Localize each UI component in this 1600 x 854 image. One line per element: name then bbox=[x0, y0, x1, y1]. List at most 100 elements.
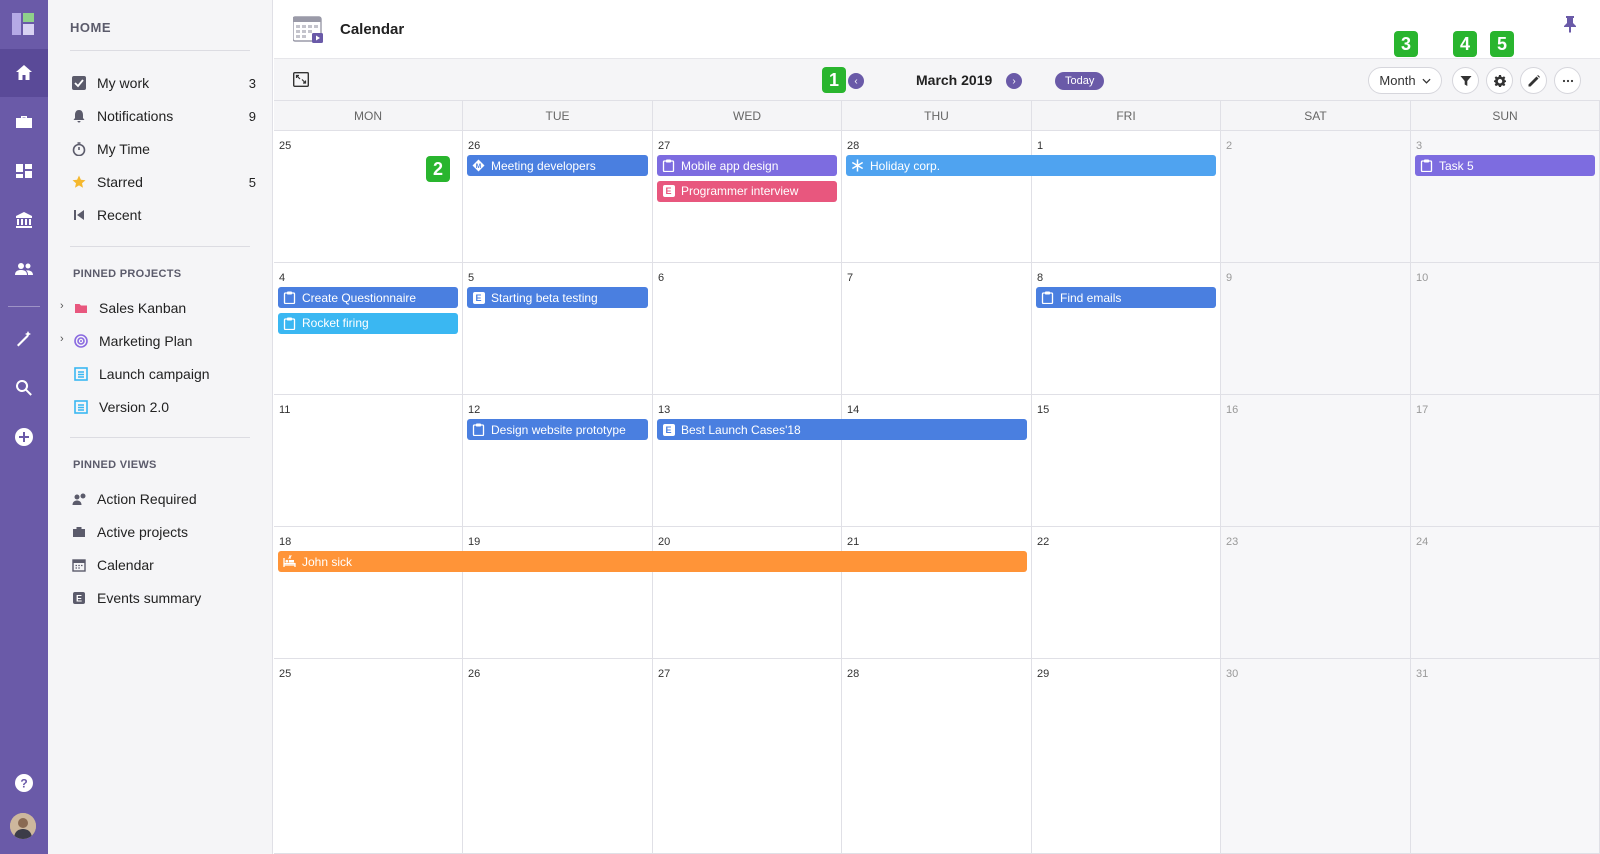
event-title: Mobile app design bbox=[681, 158, 779, 173]
pinned-project-marketing-plan[interactable]: Marketing Plan bbox=[72, 327, 258, 355]
rail-team[interactable] bbox=[0, 245, 48, 293]
page-title: Calendar bbox=[340, 21, 405, 38]
day-cell[interactable]: 8 bbox=[1032, 263, 1221, 395]
sidebar-item-starred[interactable]: Starred 5 bbox=[70, 168, 256, 196]
prev-month-button[interactable]: ‹ bbox=[848, 73, 864, 89]
rail-help[interactable]: ? bbox=[0, 759, 48, 807]
day-cell[interactable]: 30 bbox=[1221, 659, 1411, 854]
day-cell[interactable]: 29 bbox=[1032, 659, 1221, 854]
sidebar-item-recent[interactable]: Recent bbox=[70, 201, 256, 229]
fullscreen-icon[interactable] bbox=[293, 72, 309, 87]
day-cell[interactable]: 2 bbox=[1221, 131, 1411, 263]
event-letter-icon: E bbox=[662, 185, 675, 198]
sidebar-item-notifications[interactable]: Notifications 9 bbox=[70, 102, 256, 130]
sidebar-divider bbox=[70, 437, 250, 438]
edit-button[interactable] bbox=[1520, 67, 1547, 94]
sidebar-item-label: My work bbox=[97, 75, 150, 91]
day-cell[interactable]: 28 bbox=[842, 131, 1032, 263]
calendar-event[interactable]: E Best Launch Cases'18 bbox=[657, 419, 1027, 440]
more-button[interactable] bbox=[1554, 67, 1581, 94]
calendar-event[interactable]: Create Questionnaire bbox=[278, 287, 458, 308]
pinned-project-sales-kanban[interactable]: Sales Kanban bbox=[72, 294, 258, 322]
day-cell[interactable]: 19 bbox=[463, 527, 653, 659]
sidebar-divider bbox=[70, 246, 250, 247]
day-cell[interactable]: 16 bbox=[1221, 395, 1411, 527]
event-title: Starting beta testing bbox=[491, 290, 598, 305]
pin-icon[interactable] bbox=[1562, 15, 1578, 33]
filter-button[interactable] bbox=[1452, 67, 1479, 94]
day-cell[interactable]: 7 bbox=[842, 263, 1032, 395]
sidebar-item-label: Notifications bbox=[97, 108, 174, 124]
sidebar-item-my-work[interactable]: My work 3 bbox=[70, 69, 256, 97]
event-title: Programmer interview bbox=[681, 184, 799, 198]
pinned-project-launch-campaign[interactable]: Launch campaign bbox=[72, 360, 258, 388]
day-cell[interactable]: 27 bbox=[653, 659, 842, 854]
day-cell[interactable]: 26 bbox=[463, 131, 653, 263]
calendar-event[interactable]: Mobile app design bbox=[657, 155, 837, 176]
day-cell[interactable]: 20 bbox=[653, 527, 842, 659]
calendar-event[interactable]: M Meeting developers bbox=[467, 155, 648, 176]
calendar-event[interactable]: Holiday corp. bbox=[846, 155, 1216, 176]
day-cell[interactable]: 6 bbox=[653, 263, 842, 395]
briefcase-icon bbox=[70, 523, 88, 541]
pinned-project-version-2[interactable]: Version 2.0 bbox=[72, 393, 258, 421]
pinned-views-heading: PINNED VIEWS bbox=[73, 459, 157, 471]
user-avatar[interactable] bbox=[10, 813, 36, 839]
day-cell[interactable]: 25 bbox=[274, 131, 463, 263]
chevron-right-icon[interactable]: › bbox=[60, 333, 64, 345]
day-cell[interactable]: 13 bbox=[653, 395, 842, 527]
calendar-event[interactable]: John sick bbox=[278, 551, 1027, 572]
settings-button[interactable] bbox=[1486, 67, 1513, 94]
rail-boards[interactable] bbox=[0, 147, 48, 195]
day-number: 24 bbox=[1416, 536, 1429, 548]
filter-icon bbox=[1460, 75, 1471, 86]
calendar-event[interactable]: E Starting beta testing bbox=[467, 287, 648, 308]
day-cell[interactable]: 14 bbox=[842, 395, 1032, 527]
pinned-view-calendar[interactable]: Calendar bbox=[70, 551, 256, 579]
calendar-event[interactable]: E Programmer interview bbox=[657, 180, 837, 202]
day-cell[interactable]: 21 bbox=[842, 527, 1032, 659]
calendar-event[interactable]: Rocket firing bbox=[278, 312, 458, 334]
rail-add[interactable] bbox=[0, 413, 48, 461]
view-select[interactable]: Month bbox=[1368, 67, 1442, 94]
day-cell[interactable]: 5 bbox=[463, 263, 653, 395]
day-cell[interactable]: 17 bbox=[1411, 395, 1600, 527]
calendar-event[interactable]: Task 5 bbox=[1415, 155, 1595, 176]
rail-projects[interactable] bbox=[0, 98, 48, 146]
rail-search[interactable] bbox=[0, 364, 48, 412]
today-button[interactable]: Today bbox=[1055, 72, 1105, 90]
day-cell[interactable]: 23 bbox=[1221, 527, 1411, 659]
pinned-view-action-required[interactable]: Action Required bbox=[70, 485, 256, 513]
rail-home[interactable] bbox=[0, 49, 48, 97]
pinned-view-events-summary[interactable]: E Events summary bbox=[70, 584, 256, 612]
day-cell[interactable]: 10 bbox=[1411, 263, 1600, 395]
day-number: 1 bbox=[1037, 140, 1044, 152]
day-cell[interactable]: 25 bbox=[274, 659, 463, 854]
day-cell[interactable]: 18 bbox=[274, 527, 463, 659]
day-cell[interactable]: 1 bbox=[1032, 131, 1221, 263]
chevron-right-icon[interactable]: › bbox=[60, 300, 64, 312]
day-cell[interactable]: 28 bbox=[842, 659, 1032, 854]
day-cell[interactable]: 3 bbox=[1411, 131, 1600, 263]
next-month-button[interactable]: › bbox=[1006, 73, 1022, 89]
day-cell[interactable]: 24 bbox=[1411, 527, 1600, 659]
day-cell[interactable]: 12 bbox=[463, 395, 653, 527]
day-cell[interactable]: 15 bbox=[1032, 395, 1221, 527]
event-title: Create Questionnaire bbox=[302, 290, 417, 305]
day-cell[interactable]: 11 bbox=[274, 395, 463, 527]
logo-icon[interactable] bbox=[12, 13, 34, 35]
sidebar-item-my-time[interactable]: My Time bbox=[70, 135, 256, 163]
day-number: 16 bbox=[1226, 404, 1239, 416]
day-cell[interactable]: 31 bbox=[1411, 659, 1600, 854]
pinned-view-active-projects[interactable]: Active projects bbox=[70, 518, 256, 546]
day-cell[interactable]: 22 bbox=[1032, 527, 1221, 659]
rail-portfolio[interactable] bbox=[0, 196, 48, 244]
day-cell[interactable]: 26 bbox=[463, 659, 653, 854]
calendar-event[interactable]: Find emails bbox=[1036, 287, 1216, 308]
list-icon bbox=[72, 365, 90, 383]
day-cell[interactable]: 9 bbox=[1221, 263, 1411, 395]
day-number: 28 bbox=[847, 668, 860, 680]
weekday-header: TUE bbox=[463, 101, 653, 131]
rail-automation[interactable] bbox=[0, 315, 48, 363]
calendar-event[interactable]: Design website prototype bbox=[467, 419, 648, 440]
